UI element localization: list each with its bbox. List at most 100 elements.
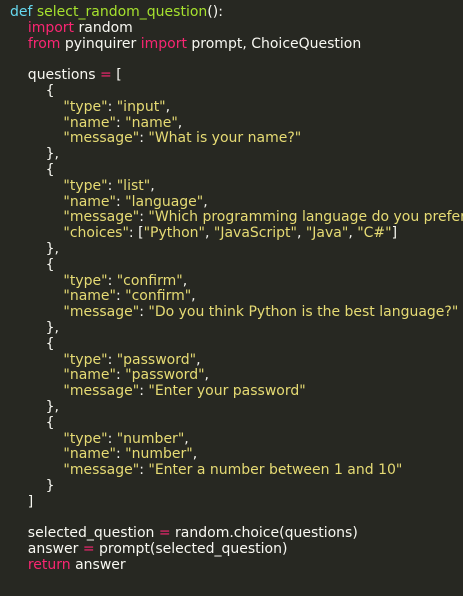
code-token: , — [177, 114, 183, 131]
code-token: "message" — [63, 209, 140, 226]
code-token: , — [204, 225, 214, 242]
code-token: "input" — [116, 98, 166, 115]
code-token: , — [182, 272, 188, 289]
code-line: "type": "password", — [10, 351, 463, 369]
code-line: "name": "password", — [10, 367, 463, 384]
code-token: import — [140, 35, 187, 52]
code-token: "JavaScript" — [213, 225, 297, 242]
code-line: "choices": ["Python", "JavaScript", "Jav… — [10, 225, 463, 242]
code-token: "choices" — [63, 225, 129, 242]
code-token: "name" — [63, 193, 116, 210]
code-line: "type": "confirm", — [10, 272, 463, 290]
code-token: "list" — [116, 177, 151, 194]
code-token: (): — [207, 4, 223, 20]
code-token: random — [74, 19, 133, 36]
code-token: , — [191, 288, 196, 305]
code-token: pyinquirer — [60, 35, 141, 52]
code-token: prompt(selected_question) — [94, 541, 288, 558]
code-token: }, — [10, 240, 59, 257]
code-token: [ — [111, 67, 122, 84]
code-line: { — [10, 415, 463, 432]
code-line: "message": "Enter a number between 1 and… — [10, 462, 463, 479]
code-token: "message" — [63, 462, 140, 479]
code-line: def select_random_question(): — [10, 4, 463, 21]
code-line: selected_question = random.choice(questi… — [10, 525, 463, 542]
code-token: { — [10, 335, 55, 352]
code-token: = — [100, 67, 112, 84]
code-line: return answer — [10, 556, 463, 574]
code-token: from — [27, 35, 61, 52]
code-line: "message": "Enter your password" — [10, 383, 463, 400]
code-line: "message": "Which programming language d… — [10, 209, 463, 226]
code-line: { — [10, 335, 463, 353]
code-token: "Do you think Python is the best languag… — [148, 304, 459, 321]
code-token: "Java" — [305, 225, 349, 242]
code-token: = — [158, 525, 171, 542]
code-token: , — [150, 177, 155, 194]
code-token: "type" — [63, 98, 108, 115]
code-token: selected_question — [10, 525, 159, 542]
code-token: : — [139, 304, 149, 321]
code-token: : — [139, 383, 149, 400]
code-line: "message": "What is your name?" — [10, 130, 463, 147]
code-token: : — [116, 193, 126, 210]
code-token: { — [10, 82, 55, 99]
code-token: "confirm" — [125, 288, 192, 305]
code-line: { — [10, 82, 463, 100]
code-token: : — [107, 430, 117, 447]
code-token: : — [107, 351, 117, 368]
code-token: } — [10, 477, 55, 494]
code-line: "type": "list", — [10, 177, 463, 195]
code-line: "type": "number", — [10, 430, 463, 448]
code-token: ] — [10, 493, 34, 510]
code-line: questions = [ — [10, 67, 463, 84]
code-line: "name": "language", — [10, 193, 463, 211]
code-token: , — [203, 193, 208, 210]
code-token: : — [107, 272, 117, 289]
code-line: { — [10, 162, 463, 179]
code-line: "name": "number", — [10, 446, 463, 463]
code-line: }, — [10, 240, 463, 258]
code-token: return — [27, 556, 71, 573]
code-token: : — [107, 177, 117, 194]
code-token: "name" — [125, 114, 178, 131]
code-token: "message" — [63, 383, 140, 400]
code-line: }, — [10, 146, 463, 163]
code-line: "name": "name", — [10, 114, 463, 132]
code-token: "password" — [125, 367, 205, 384]
code-token: questions — [10, 67, 101, 84]
code-line: } — [10, 477, 463, 495]
code-token: , — [296, 225, 306, 242]
code-token: , — [165, 98, 171, 115]
code-token: "name" — [63, 367, 116, 384]
code-line: "name": "confirm", — [10, 288, 463, 305]
code-token: , — [204, 367, 209, 384]
code-token: "What is your name?" — [148, 130, 302, 147]
code-token: "type" — [63, 351, 108, 368]
code-token: : — [139, 209, 149, 226]
code-token: : — [139, 462, 149, 479]
code-token: , — [196, 351, 201, 368]
code-token: : — [116, 446, 126, 463]
code-line: "type": "input", — [10, 98, 463, 116]
code-token: : — [107, 98, 117, 115]
code-token: , — [348, 225, 358, 242]
code-token: answer — [10, 541, 83, 558]
code-token: "message" — [63, 130, 140, 147]
code-token: "Which programming language do you prefe… — [148, 209, 463, 226]
code-token: ] — [391, 225, 398, 242]
code-line: answer = prompt(selected_question) — [10, 541, 463, 558]
